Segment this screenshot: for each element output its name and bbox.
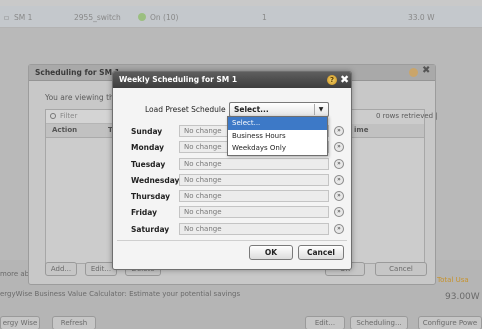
column-time[interactable]: ime (354, 126, 368, 134)
dropdown-option-select[interactable]: Select... (228, 117, 327, 130)
dropdown-option-weekdays-only[interactable]: Weekdays Only (228, 142, 327, 155)
preset-dropdown-menu: Select... Business Hours Weekdays Only (227, 116, 328, 156)
more-about-link[interactable]: more ab (0, 270, 29, 278)
expand-chevron-icon[interactable]: » (334, 191, 344, 202)
day-schedule-field[interactable]: No change (179, 173, 329, 186)
edit-button[interactable]: Edit... (305, 316, 345, 329)
refresh-button[interactable]: Refresh (52, 316, 96, 329)
total-usage-label: Total Usa (437, 276, 469, 284)
chevron-down-icon[interactable]: ▼ (314, 104, 327, 115)
dropdown-option-business-hours[interactable]: Business Hours (228, 130, 327, 143)
day-label: Saturday (131, 224, 170, 234)
expand-chevron-icon[interactable]: » (334, 223, 344, 234)
day-row-wednesday: Wednesday No change » (121, 172, 347, 188)
search-icon (50, 113, 56, 119)
device-checkbox-icon[interactable]: ▫ (4, 13, 9, 22)
day-row-friday: Friday No change » (121, 204, 347, 220)
weekly-dialog-titlebar: Weekly Scheduling for SM 1 ? ✖ (113, 72, 351, 88)
scheduling-dialog-title: Scheduling for SM 1 (35, 68, 120, 77)
device-row[interactable]: ▫ SM 1 2955_switch On (10) 1 33.0 W (0, 6, 482, 28)
day-label: Thursday (131, 192, 171, 202)
day-schedule-field[interactable]: No change (179, 222, 329, 235)
filter-placeholder: Filter (60, 112, 78, 120)
column-action[interactable]: Action (52, 126, 77, 134)
add-button[interactable]: Add... (45, 262, 77, 276)
expand-chevron-icon[interactable]: » (334, 174, 344, 185)
schedule-cancel-button[interactable]: Cancel (375, 262, 427, 276)
device-name: SM 1 (14, 13, 33, 22)
cancel-button[interactable]: Cancel (298, 245, 344, 260)
close-icon[interactable]: ✖ (340, 72, 349, 88)
device-status: On (10) (150, 13, 179, 22)
close-icon[interactable]: ✖ (422, 65, 430, 76)
day-schedule-field[interactable]: No change (179, 190, 329, 203)
day-label: Monday (131, 143, 165, 153)
scheduling-button[interactable]: Scheduling... (350, 316, 408, 329)
device-ip: 2955_switch (74, 13, 121, 22)
help-icon[interactable]: ? (327, 75, 337, 85)
expand-chevron-icon[interactable]: » (334, 207, 344, 218)
day-schedule-field[interactable]: No change (179, 206, 329, 219)
day-label: Friday (131, 208, 158, 218)
day-row-thursday: Thursday No change » (121, 188, 347, 204)
preset-select-value: Select... (234, 105, 269, 114)
expand-chevron-icon[interactable]: » (334, 142, 344, 153)
total-usage-value: 93.00W (445, 292, 480, 302)
preset-schedule-label: Load Preset Schedule (145, 105, 226, 114)
weekly-dialog-title: Weekly Scheduling for SM 1 (119, 75, 238, 84)
rows-retrieved: 0 rows retrieved | (376, 112, 438, 120)
day-schedule-field[interactable]: No change (179, 157, 329, 170)
device-count: 1 (262, 13, 267, 22)
help-icon[interactable] (409, 68, 418, 77)
calculator-link[interactable]: ergyWise Business Value Calculator: Esti… (0, 290, 240, 298)
preset-schedule-select[interactable]: Select... ▼ (229, 102, 329, 117)
ok-button[interactable]: OK (249, 245, 293, 260)
status-led-icon (138, 13, 146, 21)
expand-chevron-icon[interactable]: » (334, 126, 344, 136)
configure-power-button[interactable]: Configure Powe (418, 316, 482, 329)
day-label: Tuesday (131, 159, 166, 169)
day-row-tuesday: Tuesday No change » (121, 156, 347, 172)
device-power: 33.0 W (408, 13, 435, 22)
day-label: Sunday (131, 127, 163, 136)
energywise-button[interactable]: ergy Wise (0, 316, 40, 329)
viewing-text: You are viewing the (45, 93, 119, 102)
divider (117, 240, 347, 241)
expand-chevron-icon[interactable]: » (334, 158, 344, 169)
day-row-saturday: Saturday No change » (121, 221, 347, 237)
weekly-scheduling-dialog: Weekly Scheduling for SM 1 ? ✖ Load Pres… (112, 71, 352, 270)
day-label: Wednesday (131, 175, 180, 185)
